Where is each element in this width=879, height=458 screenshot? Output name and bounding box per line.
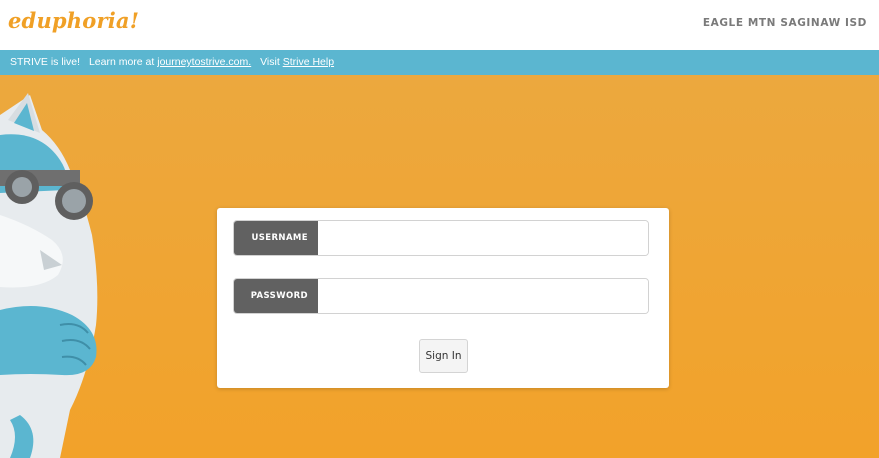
login-form: USERNAME PASSWORD Sign In xyxy=(217,208,669,388)
username-input[interactable] xyxy=(318,221,648,255)
password-input[interactable] xyxy=(318,279,648,313)
username-label: USERNAME xyxy=(234,221,318,255)
district-name: EAGLE MTN SAGINAW ISD xyxy=(702,17,867,29)
strive-help-link[interactable]: Strive Help xyxy=(283,56,334,68)
banner-text-visit: Visit xyxy=(260,56,280,68)
top-header: eduphoria! EAGLE MTN SAGINAW ISD xyxy=(0,0,879,50)
banner-text-learn: Learn more at xyxy=(88,56,155,68)
journeytostrive-link[interactable]: journeytostrive.com. xyxy=(157,56,251,68)
hero-background: USERNAME PASSWORD Sign In xyxy=(0,75,879,458)
sign-in-button[interactable]: Sign In xyxy=(419,339,468,373)
username-field-group: USERNAME xyxy=(233,220,649,256)
mascot-illustration xyxy=(0,93,98,458)
banner-text-live: STRIVE is live! xyxy=(10,56,81,68)
password-field-group: PASSWORD xyxy=(233,278,649,314)
password-label: PASSWORD xyxy=(234,279,318,313)
announcement-banner: STRIVE is live! Learn more at journeytos… xyxy=(0,50,879,75)
eduphoria-logo[interactable]: eduphoria! xyxy=(8,8,139,33)
